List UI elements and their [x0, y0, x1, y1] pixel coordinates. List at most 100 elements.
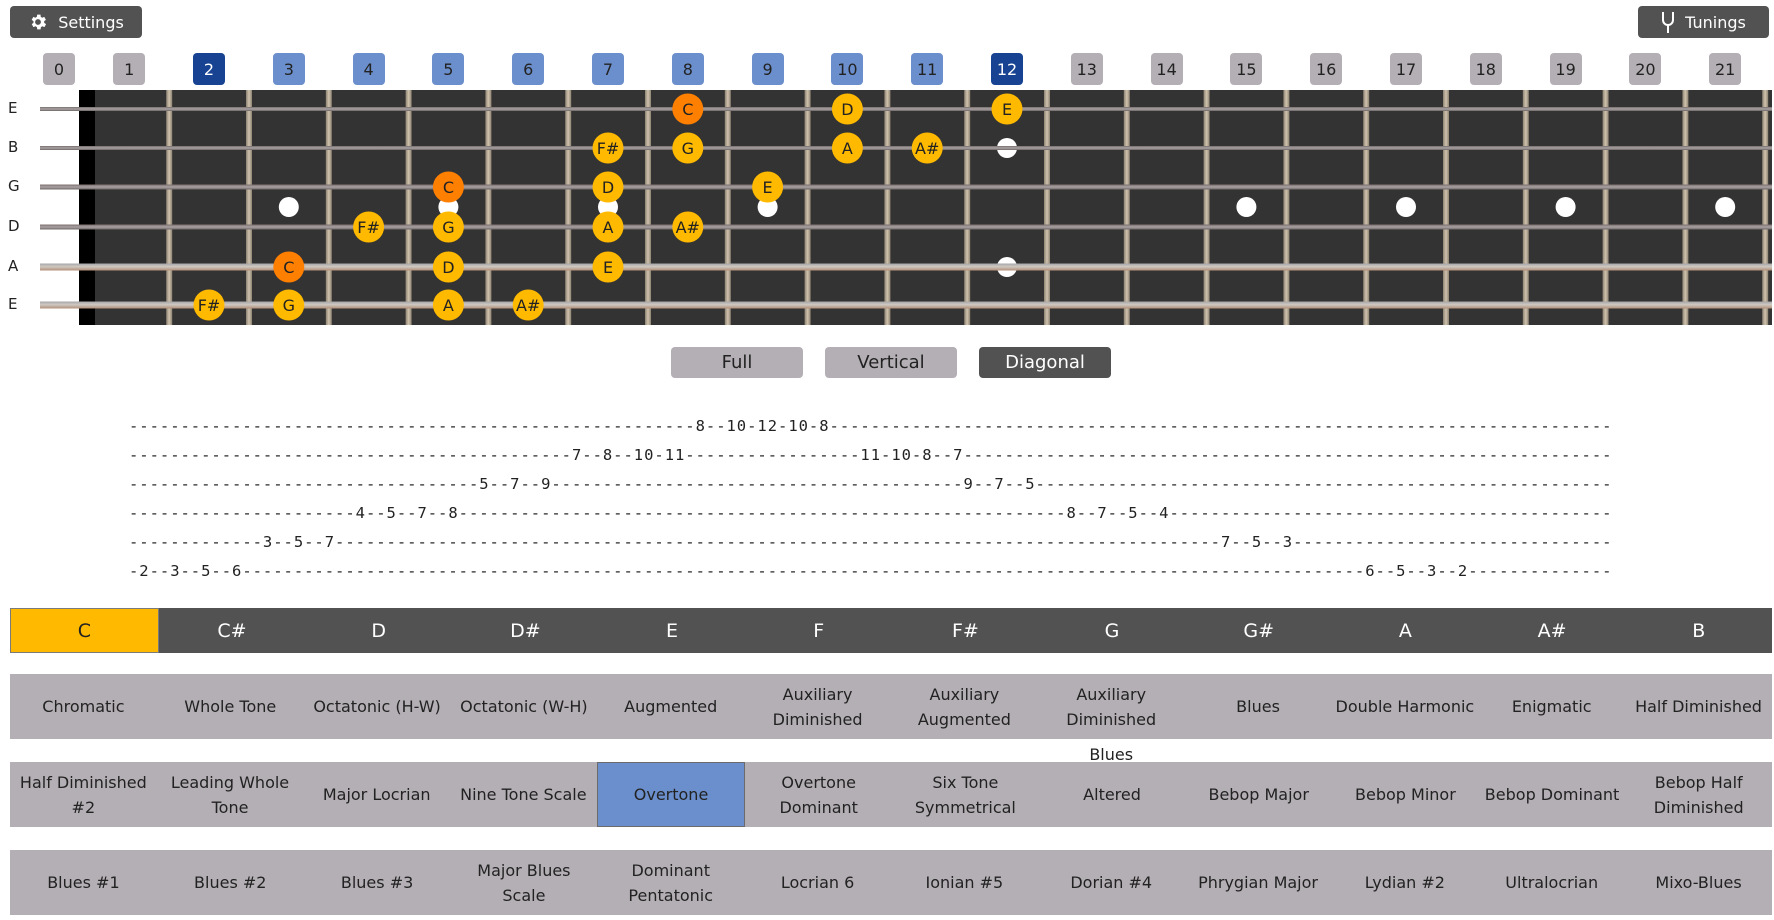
key-button[interactable]: C — [10, 608, 159, 653]
note-marker[interactable]: F# — [353, 211, 385, 243]
note-marker[interactable]: F# — [592, 132, 624, 164]
scale-option[interactable]: Ionian #5 — [891, 850, 1038, 915]
scale-option[interactable]: Whole Tone — [157, 674, 304, 739]
mode-button-diagonal[interactable]: Diagonal — [979, 347, 1111, 378]
note-label: D — [442, 258, 454, 277]
note-label: E — [1002, 100, 1012, 119]
scale-option[interactable]: Chromatic — [10, 674, 157, 739]
scale-option[interactable]: Bebop Half Diminished — [1625, 762, 1772, 827]
note-marker[interactable]: G — [432, 211, 464, 243]
note-label: A# — [915, 139, 939, 158]
note-marker[interactable]: C — [672, 93, 704, 125]
scale-label: Blues — [1236, 697, 1280, 716]
scale-option[interactable]: Blues #1 — [10, 850, 157, 915]
key-button[interactable]: A# — [1479, 608, 1626, 653]
key-button[interactable]: D# — [452, 608, 599, 653]
scale-option[interactable]: Overtone — [596, 762, 746, 827]
fret-wire — [1044, 90, 1050, 325]
scale-label: Half Diminished #2 — [19, 772, 147, 817]
scale-option[interactable]: Dorian #4 — [1038, 850, 1185, 915]
mode-button-full[interactable]: Full — [671, 347, 803, 378]
note-marker[interactable]: E — [592, 251, 624, 283]
key-button[interactable]: F — [745, 608, 892, 653]
fret-wire — [166, 90, 173, 325]
note-marker[interactable]: A — [592, 211, 624, 243]
note-marker[interactable]: G — [672, 132, 704, 164]
fret-wire — [1203, 90, 1210, 325]
scale-option[interactable]: Auxiliary Augmented — [891, 674, 1038, 739]
scale-label: Major Blues Scale — [477, 860, 571, 905]
scale-option[interactable]: Augmented — [597, 674, 744, 739]
scale-option[interactable]: Phrygian Major — [1185, 850, 1332, 915]
fret-wire — [565, 90, 572, 325]
scale-option[interactable]: Major Blues Scale — [450, 850, 597, 915]
note-marker[interactable]: A# — [911, 132, 943, 164]
scale-option[interactable]: Octatonic (H-W) — [304, 674, 451, 739]
scale-option[interactable]: Half Diminished — [1625, 674, 1772, 739]
scale-option[interactable]: Locrian 6 — [744, 850, 891, 915]
scale-label: Phrygian Major — [1198, 873, 1318, 892]
scale-option[interactable]: Double Harmonic — [1331, 674, 1478, 739]
scale-option[interactable]: Enigmatic — [1478, 674, 1625, 739]
scale-option[interactable]: Ultralocrian — [1478, 850, 1625, 915]
scale-label: Altered — [1083, 785, 1141, 804]
note-marker[interactable]: A — [831, 132, 863, 164]
scale-option[interactable]: Bebop Major — [1185, 762, 1332, 827]
key-button[interactable]: B — [1625, 608, 1772, 653]
scale-option[interactable]: Auxiliary Diminished — [744, 674, 891, 739]
mode-button-vertical[interactable]: Vertical — [825, 347, 957, 378]
note-marker[interactable]: C — [273, 251, 305, 283]
fret-wire — [1762, 90, 1769, 325]
scale-option[interactable]: Six Tone Symmetrical — [892, 762, 1039, 827]
note-label: C — [443, 178, 454, 197]
scale-option[interactable]: Auxiliary Diminished Blues — [1038, 674, 1185, 765]
scale-option[interactable]: Bebop Dominant — [1479, 762, 1626, 827]
scale-option[interactable]: Blues #2 — [157, 850, 304, 915]
note-marker[interactable]: E — [991, 93, 1023, 125]
scale-option[interactable]: Leading Whole Tone — [157, 762, 304, 827]
note-label: A — [842, 139, 853, 158]
note-marker[interactable]: D — [592, 171, 624, 203]
inlay-dot — [1236, 197, 1257, 217]
scale-label: Augmented — [624, 697, 718, 716]
note-marker[interactable]: C — [432, 171, 464, 203]
scale-option[interactable]: Blues #3 — [304, 850, 451, 915]
string — [40, 184, 1772, 190]
note-marker[interactable]: A — [432, 289, 464, 321]
scale-label: Dominant Pentatonic — [628, 860, 714, 905]
scale-option[interactable]: Octatonic (W-H) — [450, 674, 597, 739]
note-label: A — [443, 296, 454, 315]
scale-option[interactable]: Nine Tone Scale — [450, 762, 597, 827]
key-button[interactable]: D — [305, 608, 452, 653]
note-marker[interactable]: A# — [512, 289, 544, 321]
note-marker[interactable]: A# — [672, 211, 704, 243]
scale-option[interactable]: Altered — [1039, 762, 1186, 827]
note-marker[interactable]: D — [432, 251, 464, 283]
key-button[interactable]: G# — [1185, 608, 1332, 653]
key-button[interactable]: C# — [159, 608, 306, 653]
scale-label: Half Diminished — [1635, 697, 1762, 716]
scale-option[interactable]: Dominant Pentatonic — [597, 850, 744, 915]
scale-label: Ultralocrian — [1505, 873, 1599, 892]
fret-wire — [1682, 90, 1689, 325]
note-marker[interactable]: D — [831, 93, 863, 125]
key-button[interactable]: E — [599, 608, 746, 653]
scale-option[interactable]: Overtone Dominant — [745, 762, 892, 827]
scale-option[interactable]: Half Diminished #2 — [10, 762, 157, 827]
scale-label: Whole Tone — [184, 697, 277, 716]
tab-line: -------------3--5--7--------------------… — [129, 533, 1613, 551]
scale-option[interactable]: Bebop Minor — [1332, 762, 1479, 827]
inlay-dot — [1555, 197, 1576, 217]
note-label: A — [603, 218, 614, 237]
scale-option[interactable]: Mixo-Blues — [1625, 850, 1772, 915]
key-button[interactable]: A — [1332, 608, 1479, 653]
note-marker[interactable]: G — [273, 289, 305, 321]
note-marker[interactable]: E — [752, 171, 784, 203]
scale-option[interactable]: Lydian #2 — [1331, 850, 1478, 915]
fret-wire — [405, 90, 412, 325]
key-button[interactable]: G — [1039, 608, 1186, 653]
note-marker[interactable]: F# — [193, 289, 225, 321]
scale-option[interactable]: Blues — [1185, 674, 1332, 739]
scale-option[interactable]: Major Locrian — [303, 762, 450, 827]
key-button[interactable]: F# — [892, 608, 1039, 653]
